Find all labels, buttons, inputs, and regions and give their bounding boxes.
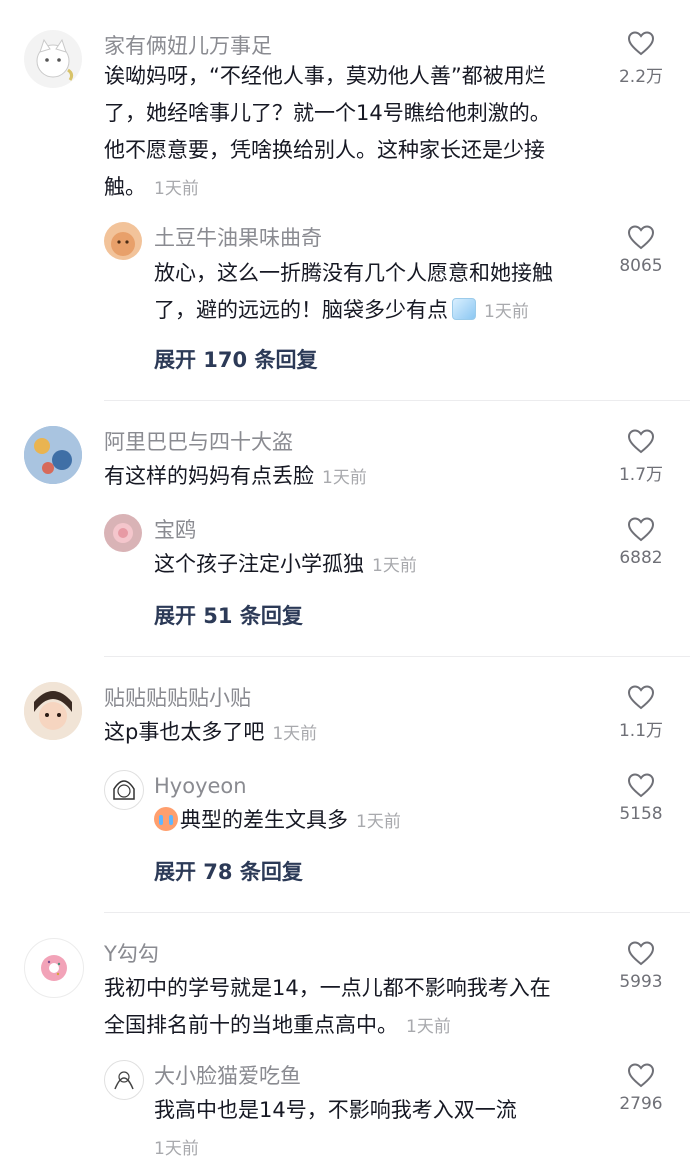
comment-line: 有这样的妈妈有点丢脸 1天前 (104, 464, 367, 488)
reply-line: 了，避的远远的！脑袋多少有点 1天前 (154, 298, 529, 322)
comment-text: 有这样的妈妈有点丢脸 1天前 (104, 458, 604, 497)
expand-replies-button[interactable]: 展开 51 条回复 (154, 602, 303, 630)
like-count: 6882 (619, 548, 663, 568)
reply-line: 1天前 (154, 1129, 604, 1168)
divider (104, 400, 690, 401)
timestamp: 1天前 (484, 302, 529, 322)
reply-user-avatar[interactable] (104, 1060, 144, 1100)
like-count: 1.7万 (618, 465, 664, 485)
like-button[interactable]: 2.2万 (610, 30, 672, 87)
reply-like-button[interactable]: 2796 (610, 1062, 672, 1114)
reply-user-avatar[interactable] (104, 514, 142, 552)
comment-line: 这p事也太多了吧 1天前 (104, 720, 318, 744)
heart-icon (627, 773, 655, 798)
reply-username[interactable]: 大小脸猫爱吃鱼 (154, 1062, 301, 1090)
comment-text: 我初中的学号就是14，一点儿都不影响我考入在 全国排名前十的当地重点高中。 1天前 (104, 970, 604, 1046)
username[interactable]: 家有俩妞儿万事足 (104, 32, 272, 60)
user-avatar[interactable] (24, 30, 82, 88)
like-count: 8065 (619, 256, 663, 276)
like-button[interactable]: 1.7万 (610, 428, 672, 485)
heart-icon (627, 225, 655, 250)
like-count: 1.1万 (618, 721, 664, 741)
reply-line: 放心，这么一折腾没有几个人愿意和她接触 (154, 261, 553, 285)
like-button[interactable]: 5993 (610, 940, 672, 992)
reply-text: 我高中也是14号，不影响我考入双一流 1天前 (154, 1092, 604, 1168)
reply-text: 放心，这么一折腾没有几个人愿意和她接触 了，避的远远的！脑袋多少有点 1天前 (154, 255, 604, 331)
reply-username[interactable]: 宝鸥 (154, 516, 196, 544)
heart-icon (627, 31, 655, 56)
reply-text: 这个孩子注定小学孤独 1天前 (154, 546, 604, 585)
timestamp: 1天前 (356, 812, 401, 832)
reply-line: 这个孩子注定小学孤独 1天前 (154, 552, 417, 576)
expand-replies-button[interactable]: 展开 170 条回复 (154, 346, 317, 374)
timestamp: 1天前 (272, 724, 318, 744)
like-count: 2796 (619, 1094, 663, 1114)
reply-user-avatar[interactable] (104, 770, 144, 810)
heart-icon (627, 429, 655, 454)
timestamp: 1天前 (322, 468, 367, 488)
timestamp: 1天前 (372, 556, 417, 576)
like-count: 5158 (619, 804, 663, 824)
comment-line: 触。 1天前 (104, 175, 199, 199)
reply-like-button[interactable]: 8065 (610, 224, 672, 276)
comment-line: 了，她经啥事儿了？就一个14号瞧给他刺激的。 (104, 101, 551, 125)
heart-icon (627, 941, 655, 966)
ice-cube-emoji (452, 298, 476, 320)
heart-icon (627, 517, 655, 542)
comment-line: 他不愿意要，凭啥换给别人。这种家长还是少接 (104, 138, 545, 162)
expand-replies-button[interactable]: 展开 78 条回复 (154, 858, 303, 886)
comment-text: 诶呦妈呀，“不经他人事，莫劝他人善”都被用烂 了，她经啥事儿了？就一个14号瞧给… (104, 58, 604, 208)
reply-line: 典型的差生文具多 1天前 (154, 802, 604, 841)
username[interactable]: 阿里巴巴与四十大盗 (104, 428, 293, 456)
heart-icon (627, 1063, 655, 1088)
user-avatar[interactable] (24, 426, 82, 484)
reply-like-button[interactable]: 5158 (610, 772, 672, 824)
like-button[interactable]: 1.1万 (610, 684, 672, 741)
username[interactable]: 贴贴贴贴贴小贴 (104, 684, 251, 712)
comment-text: 这p事也太多了吧 1天前 (104, 714, 604, 753)
timestamp: 1天前 (154, 179, 199, 199)
like-count: 2.2万 (618, 67, 664, 87)
reply-username[interactable]: 土豆牛油果味曲奇 (154, 224, 322, 252)
timestamp: 1天前 (154, 1139, 199, 1159)
heart-icon (627, 685, 655, 710)
reply-user-avatar[interactable] (104, 222, 142, 260)
divider (104, 656, 690, 657)
timestamp: 1天前 (406, 1017, 451, 1037)
username[interactable]: Y勾勾 (104, 940, 159, 968)
crying-face-emoji (154, 807, 178, 831)
like-count: 5993 (619, 972, 663, 992)
reply-text: 典型的差生文具多 1天前 (154, 802, 604, 841)
reply-username[interactable]: Hyoyeon (154, 772, 247, 800)
comment-line: 我初中的学号就是14，一点儿都不影响我考入在 (104, 976, 551, 1000)
comment-line: 全国排名前十的当地重点高中。 1天前 (104, 1013, 451, 1037)
reply-line: 我高中也是14号，不影响我考入双一流 (154, 1098, 517, 1122)
divider (104, 912, 690, 913)
reply-like-button[interactable]: 6882 (610, 516, 672, 568)
user-avatar[interactable] (24, 938, 84, 998)
user-avatar[interactable] (24, 682, 82, 740)
comment-line: 诶呦妈呀，“不经他人事，莫劝他人善”都被用烂 (104, 64, 546, 88)
